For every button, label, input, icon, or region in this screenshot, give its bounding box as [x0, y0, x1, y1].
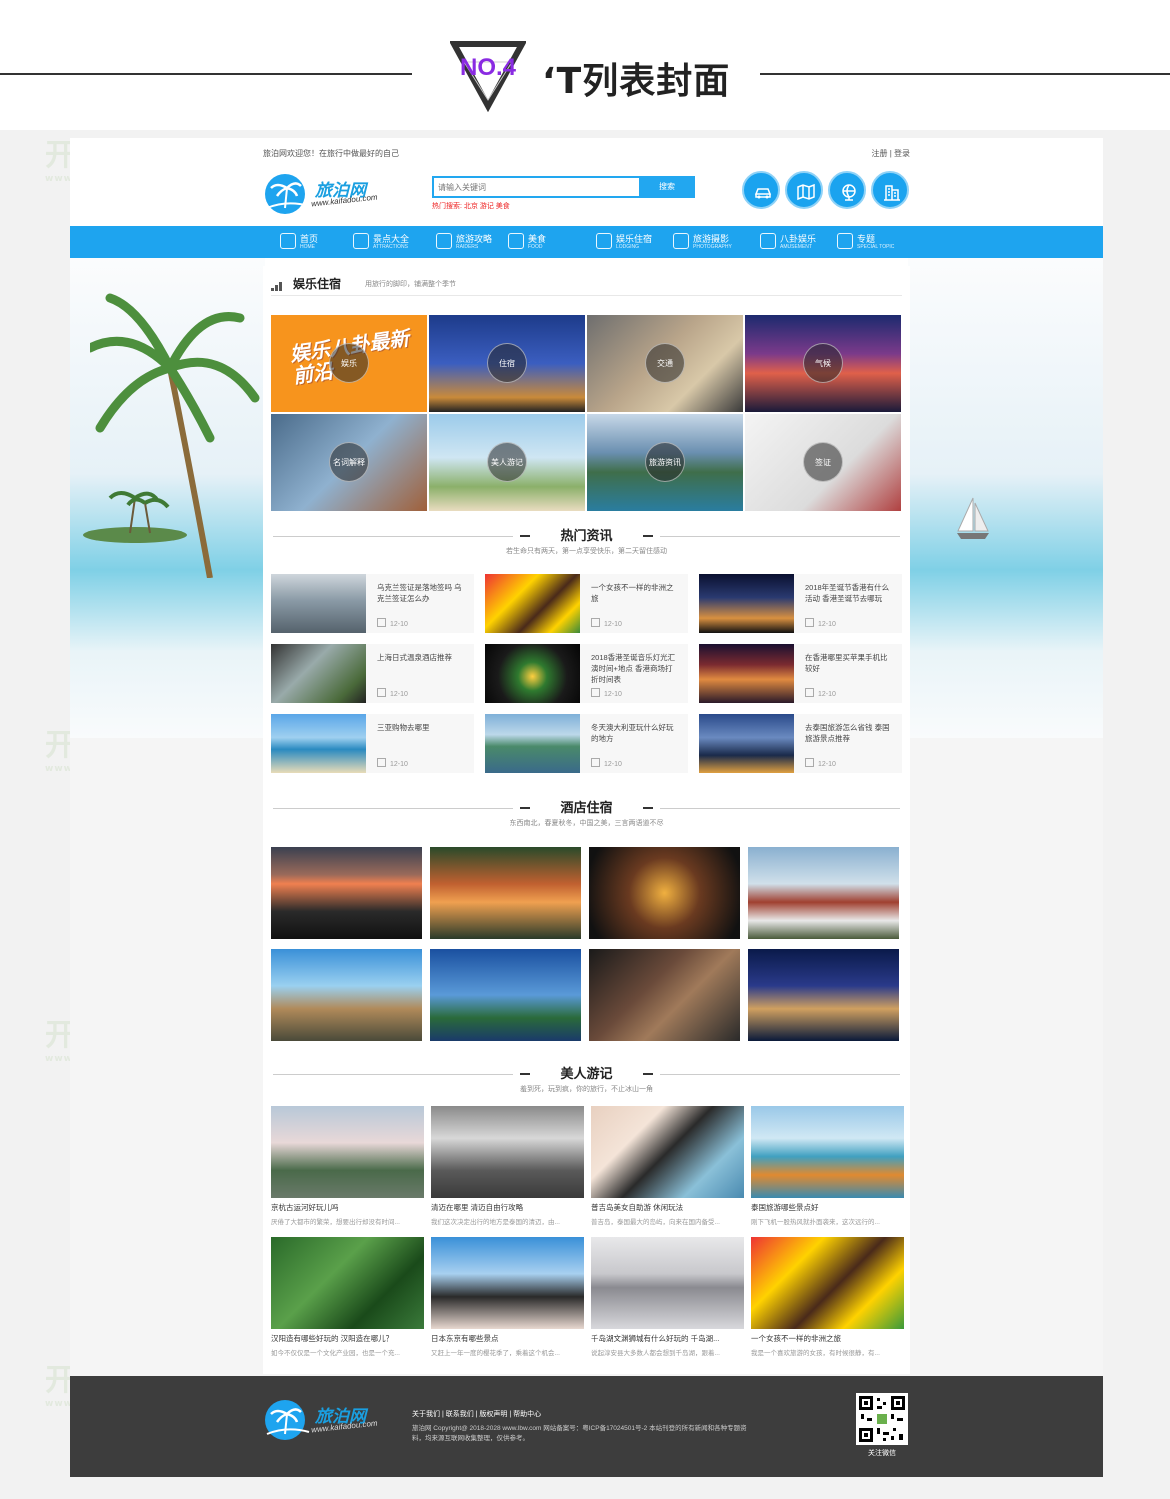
- hotel-photo[interactable]: [271, 949, 422, 1041]
- section-title: 热门资讯: [560, 529, 613, 544]
- search-button[interactable]: 搜索: [639, 176, 695, 198]
- section-subtitle: 羞到死，玩到疯，你的旅行，不止冰山一角: [520, 1086, 653, 1093]
- category-tile[interactable]: 签证: [745, 414, 901, 511]
- auth-links[interactable]: 注册 | 登录: [871, 148, 910, 159]
- hotel-photo[interactable]: [430, 949, 581, 1041]
- top-bar: 旅泊网欢迎您！在旅行中做最好的自己 注册 | 登录: [263, 148, 910, 159]
- footer-links[interactable]: 关于我们 | 联系我们 | 版权声明 | 帮助中心: [412, 1409, 541, 1419]
- site-mockup: 旅泊网欢迎您！在旅行中做最好的自己 注册 | 登录 旅泊网 www.kaifad…: [70, 138, 1103, 1477]
- banner-divider: [760, 73, 1170, 75]
- section-title: 娱乐住宿: [293, 277, 342, 291]
- category-tile[interactable]: 气候: [745, 315, 901, 412]
- hotel-photo[interactable]: [589, 949, 740, 1041]
- welcome-text: 旅泊网欢迎您！在旅行中做最好的自己: [263, 149, 399, 158]
- news-card[interactable]: 一个女孩不一样的非洲之旅 12-10: [485, 574, 688, 633]
- footer-copyright: 旅泊网 Copyright@ 2018-2028 www.lbw.com 网站备…: [412, 1425, 747, 1442]
- beach-background: [908, 258, 1103, 738]
- hotel-photo[interactable]: [271, 847, 422, 939]
- signal-bars-icon: [271, 282, 285, 291]
- banner-badge: NO.4: [459, 54, 516, 81]
- special-icon: [837, 233, 853, 249]
- site-logo[interactable]: 旅泊网 www.kaifadou.com: [263, 172, 388, 216]
- news-card[interactable]: 乌克兰签证是落地签吗 乌克兰签证怎么办 12-10: [271, 574, 474, 633]
- hotel-photo[interactable]: [748, 949, 899, 1041]
- category-tile[interactable]: 娱乐八卦最新前沿 娱乐: [271, 315, 427, 412]
- section-subtitle: 若生命只有两天，第一点享受快乐，第二天留住感动: [506, 548, 667, 555]
- main-nav: 首页 HOME 景点大全 ATTRACTIONS 旅游攻略 RAIDERS 美食 FOO…: [70, 226, 1103, 258]
- news-card[interactable]: 冬天澳大利亚玩什么好玩的地方 12-10: [485, 714, 688, 773]
- travel-card[interactable]: 汉阳造有哪些好玩的 汉阳造在哪儿？ 如今不仅仅是一个文化产业园，也是一个充...: [271, 1237, 424, 1357]
- attractions-icon: [353, 233, 369, 249]
- hotel-photo[interactable]: [748, 847, 899, 939]
- news-card[interactable]: 在香港哪里买苹果手机比较好 12-10: [699, 644, 902, 703]
- banner: NO.4 ‘T列表封面: [0, 0, 1170, 130]
- header: 旅泊网 www.kaifadou.com 搜索 热门搜索: 北京 游记 美食: [263, 170, 910, 220]
- hotel-photo[interactable]: [589, 847, 740, 939]
- category-tile[interactable]: 旅游资讯: [587, 414, 743, 511]
- travel-card[interactable]: 京杭古运河好玩儿吗 厌倦了大都市的繁荣，想要出行却没有时间...: [271, 1106, 424, 1226]
- qr-caption: 关注微信: [868, 1450, 896, 1457]
- banner-title: ‘T列表封面: [542, 61, 731, 102]
- category-tile[interactable]: 名词解释: [271, 414, 427, 511]
- section-subtitle: 东西南北，春夏秋冬，中国之美，三言两语道不尽: [509, 820, 664, 827]
- hot-search[interactable]: 热门搜索: 北京 游记 美食: [432, 201, 510, 211]
- guide-icon: [436, 233, 452, 249]
- main-content: 娱乐住宿 用旅行的脚印，铺满整个季节 娱乐八卦最新前沿 娱乐 住宿 交通 气候 …: [263, 266, 910, 1374]
- travel-card[interactable]: 清迈在哪里 清迈自由行攻略 我们这次决定出行的地方是泰国的清迈，由...: [431, 1106, 584, 1226]
- section-subtitle: 用旅行的脚印，铺满整个季节: [365, 281, 456, 288]
- site-footer: 旅泊网 www.kaifadou.com 关于我们 | 联系我们 | 版权声明 …: [70, 1376, 1103, 1477]
- search-box: 搜索: [432, 176, 695, 198]
- entertainment-header: 娱乐住宿 用旅行的脚印，铺满整个季节: [271, 274, 902, 296]
- section-title: 美人游记: [560, 1067, 613, 1082]
- qr-code-icon: [856, 1393, 908, 1445]
- footer-logo[interactable]: 旅泊网 www.kaifadou.com: [263, 1398, 388, 1442]
- category-tile[interactable]: 美人游记: [429, 414, 585, 511]
- food-icon: [508, 233, 524, 249]
- category-tile[interactable]: 交通: [587, 315, 743, 412]
- building-icon[interactable]: [871, 171, 909, 209]
- hot-news-header: 热门资讯 若生命只有两天，第一点享受快乐，第二天留住感动: [263, 525, 910, 561]
- travel-card[interactable]: 千岛湖文渊狮城有什么好玩的 千岛湖... 说起淳安县大多数人都会想到千岛湖，跟着.…: [591, 1237, 744, 1357]
- hotel-photo[interactable]: [430, 847, 581, 939]
- logo-palm-icon: [265, 174, 310, 214]
- travel-card[interactable]: 普吉岛美女自助游 休闲玩法 普吉岛，泰国最大的岛屿，向来在国内备受...: [591, 1106, 744, 1226]
- travel-card[interactable]: 日本东京有哪些景点 又赶上一年一度的樱花季了，乘着这个机会...: [431, 1237, 584, 1357]
- search-input[interactable]: [432, 176, 640, 198]
- amusement-icon: [760, 233, 776, 249]
- news-card[interactable]: 2018香港圣诞音乐灯光汇演时间+地点 香港商场打折时间表 12-10: [485, 644, 688, 703]
- news-card[interactable]: 2018年圣诞节香港有什么活动 香港圣诞节去哪玩 12-10: [699, 574, 902, 633]
- category-tile[interactable]: 住宿: [429, 315, 585, 412]
- home-icon: [280, 233, 296, 249]
- island-icon: [83, 491, 187, 543]
- camera-icon: [673, 233, 689, 249]
- map-icon[interactable]: [785, 171, 823, 209]
- travel-card[interactable]: 泰国旅游哪些景点好 刚下飞机一股热风就扑面袭来，这次远行的...: [751, 1106, 904, 1226]
- beauty-travel-header: 美人游记 羞到死，玩到疯，你的旅行，不止冰山一角: [263, 1063, 910, 1099]
- bed-icon: [596, 233, 612, 249]
- logo-palm-icon: [265, 1400, 310, 1440]
- news-card[interactable]: 三亚购物去哪里 12-10: [271, 714, 474, 773]
- hotels-header: 酒店住宿 东西南北，春夏秋冬，中国之美，三言两语道不尽: [263, 797, 910, 833]
- sailboat-icon: [957, 497, 989, 539]
- car-icon[interactable]: [742, 171, 780, 209]
- travel-card[interactable]: 一个女孩不一样的非洲之旅 我是一个喜欢旅游的女孩，有时候很静，有...: [751, 1237, 904, 1357]
- banner-divider: [0, 73, 412, 75]
- news-card[interactable]: 去泰国旅游怎么省钱 泰国旅游景点推荐 12-10: [699, 714, 902, 773]
- globe-icon[interactable]: [828, 171, 866, 209]
- news-card[interactable]: 上海日式温泉酒店推荐 12-10: [271, 644, 474, 703]
- section-title: 酒店住宿: [560, 801, 613, 816]
